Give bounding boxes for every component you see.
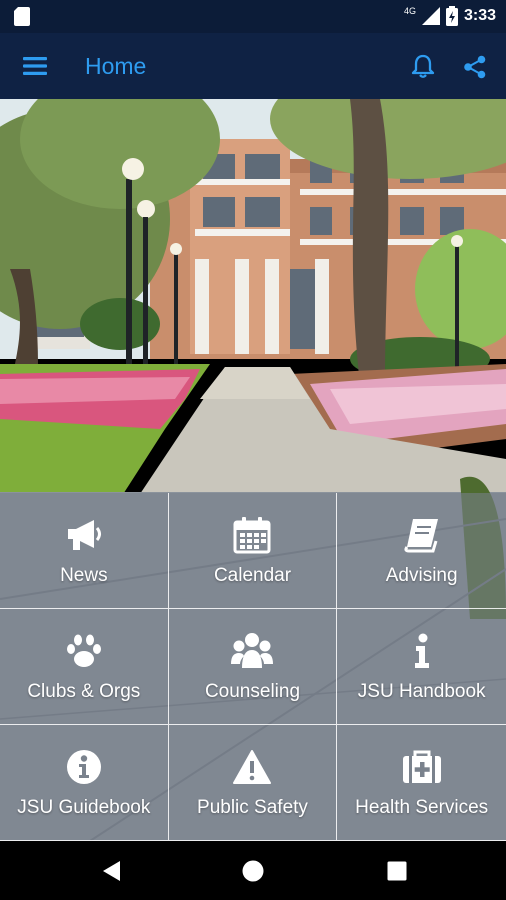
tile-label: Counseling — [204, 680, 301, 702]
paw-icon — [62, 631, 106, 671]
page-title: Home — [85, 53, 147, 79]
clock: 3:33 — [463, 7, 496, 24]
network-type: 4G — [403, 6, 416, 16]
home-circle-icon[interactable] — [241, 859, 265, 883]
book-icon — [400, 515, 444, 555]
tile-public-safety[interactable]: Public Safety — [168, 725, 338, 841]
warning-icon — [230, 747, 274, 787]
calendar-icon — [230, 515, 274, 555]
share-icon[interactable] — [463, 55, 487, 79]
megaphone-icon — [62, 515, 106, 555]
feature-grid: News Calendar Advising Clubs & Orgs Coun… — [0, 493, 506, 841]
tile-label: News — [60, 564, 108, 586]
info-icon — [400, 631, 444, 671]
users-group-icon — [230, 631, 274, 671]
signal-icon — [421, 7, 440, 25]
back-triangle-icon[interactable] — [100, 859, 124, 883]
tile-advising[interactable]: Advising — [337, 493, 506, 609]
status-bar: 4G 3:33 — [0, 0, 506, 33]
tile-jsu-handbook[interactable]: JSU Handbook — [337, 609, 506, 725]
tile-jsu-guidebook[interactable]: JSU Guidebook — [0, 725, 169, 841]
battery-charging-icon — [445, 6, 458, 26]
tile-calendar[interactable]: Calendar — [168, 493, 338, 609]
tile-clubs-orgs[interactable]: Clubs & Orgs — [0, 609, 169, 725]
tile-label: Public Safety — [197, 796, 308, 818]
status-indicators: 4G 3:33 — [404, 5, 496, 27]
bell-icon[interactable] — [410, 53, 436, 79]
system-nav-bar — [0, 841, 506, 900]
tile-label: JSU Handbook — [357, 680, 486, 702]
info-circle-icon — [62, 747, 106, 787]
tile-label: Advising — [385, 564, 458, 586]
tile-news[interactable]: News — [0, 493, 169, 609]
tile-counseling[interactable]: Counseling — [168, 609, 338, 725]
recents-square-icon[interactable] — [385, 859, 409, 883]
medical-kit-icon — [400, 747, 444, 787]
hamburger-menu-icon[interactable] — [22, 54, 48, 78]
app-bar: Home — [0, 33, 506, 99]
tile-label: Calendar — [213, 564, 292, 586]
tile-label: Clubs & Orgs — [27, 680, 141, 702]
tile-label: Health Services — [355, 796, 489, 818]
tile-health-services[interactable]: Health Services — [337, 725, 506, 841]
tile-label: JSU Guidebook — [17, 796, 151, 818]
sd-card-icon — [14, 7, 30, 26]
